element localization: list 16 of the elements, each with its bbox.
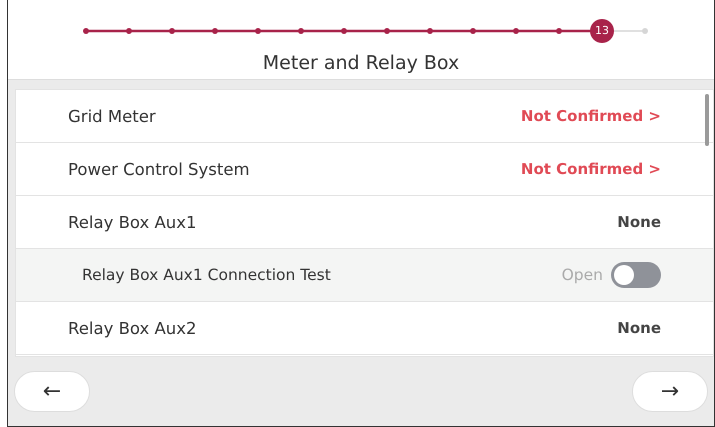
- setting-label: Relay Box Aux1 Connection Test: [82, 266, 332, 284]
- page-title: Meter and Relay Box: [262, 52, 460, 74]
- next-button[interactable]: →: [632, 371, 708, 412]
- value-text: None: [617, 213, 661, 231]
- value-text: None: [617, 319, 661, 337]
- setting-label: Relay Box Aux2: [68, 318, 198, 338]
- toggle-state-text: Open: [562, 266, 603, 284]
- setting-label: Grid Meter: [68, 106, 157, 126]
- step-number: 13: [594, 23, 610, 39]
- setting-label: Power Control System: [68, 160, 251, 178]
- toggle-switch[interactable]: [611, 262, 661, 288]
- status-link[interactable]: Not Confirmed >: [520, 107, 661, 125]
- status-link[interactable]: Not Confirmed >: [520, 160, 661, 178]
- setting-label: Relay Box Aux1: [68, 212, 198, 232]
- scrollbar: [705, 94, 709, 146]
- back-button[interactable]: ←: [14, 371, 90, 412]
